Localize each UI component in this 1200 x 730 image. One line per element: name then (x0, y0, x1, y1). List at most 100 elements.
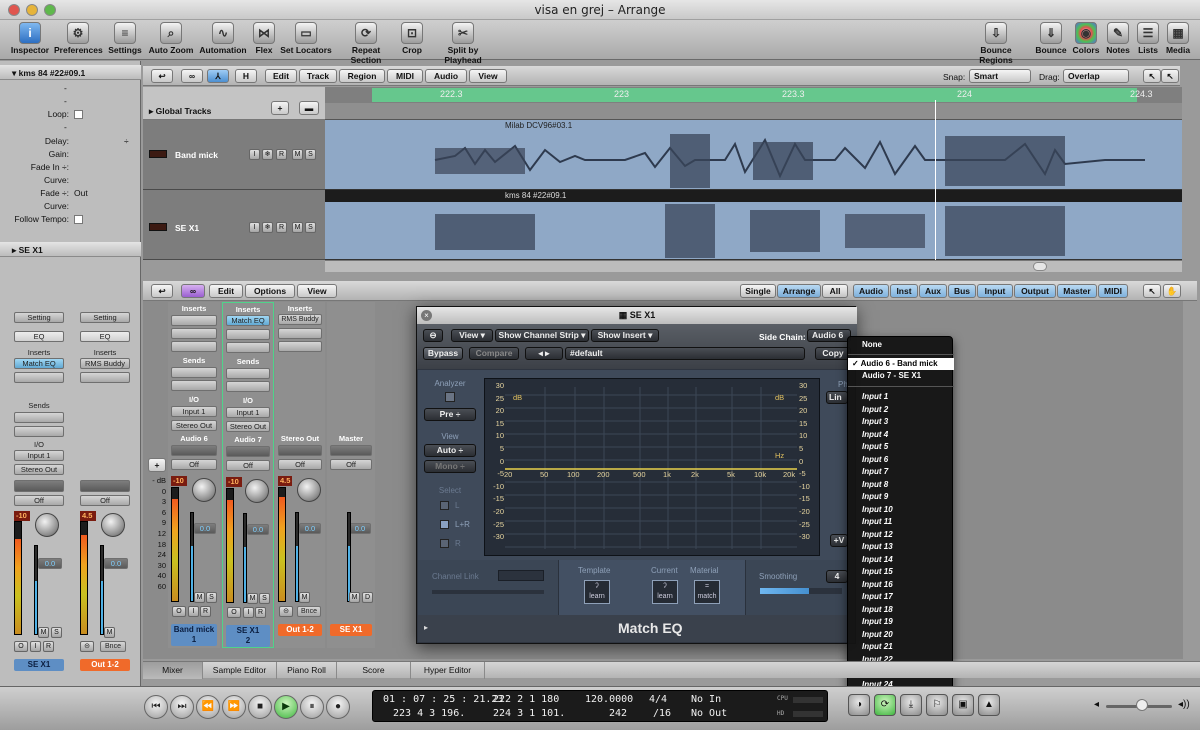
region-menu[interactable]: Region (339, 69, 385, 83)
insert-slot-empty[interactable] (14, 372, 64, 383)
menu-item-audio-6[interactable]: ✓ Audio 6 - Band mick (848, 358, 954, 370)
insert-slot-ch3-b[interactable] (278, 328, 322, 339)
eq-display[interactable]: EQ (14, 331, 64, 342)
solo-button[interactable]: S (51, 627, 62, 638)
group-slot-ch3[interactable] (278, 445, 322, 456)
snap-select[interactable]: Smart (969, 69, 1031, 83)
output-slot-ch2[interactable]: Stereo Out (226, 421, 270, 432)
peak-ch2[interactable]: -10 (226, 477, 242, 487)
insert-slot-ch1-c[interactable] (171, 341, 217, 352)
menu-item-input-9[interactable]: Input 9 (848, 491, 954, 503)
mixer-pointer-tool[interactable]: ↖ (1143, 284, 1161, 298)
curve-row-2[interactable]: Curve: (0, 201, 141, 214)
input-slot[interactable]: Input 1 (14, 450, 64, 461)
bounce-button-strip[interactable]: Bnce (100, 641, 126, 652)
menu-item-input-5[interactable]: Input 5 (848, 441, 954, 453)
pan-knob-ch2[interactable] (245, 479, 269, 503)
record-ch2[interactable]: R (255, 607, 266, 618)
auto-zoom-button[interactable]: ⌕ Auto Zoom (148, 22, 194, 55)
channel-name-se-x1[interactable]: SE X1 (14, 659, 64, 671)
flex-button[interactable]: ⋈ Flex (252, 22, 276, 55)
menu-item-input-12[interactable]: Input 12 (848, 529, 954, 541)
go-to-start-button[interactable]: ⏮ (144, 695, 168, 719)
menu-item-none[interactable]: None (848, 339, 954, 351)
repeat-section-button[interactable]: ⟳ Repeat Section (336, 22, 396, 65)
add-channel-button[interactable]: + (148, 458, 166, 472)
low-latency-button[interactable]: ◑ (848, 694, 870, 716)
fader-ch1[interactable] (190, 512, 194, 602)
menu-item-input-21[interactable]: Input 21 (848, 641, 954, 653)
automation-ch4[interactable]: Off (330, 459, 372, 470)
go-to-marker-button[interactable]: ⏭ (170, 695, 194, 719)
bounce-regions-button[interactable]: ⇩ Bounce Regions (966, 22, 1026, 65)
smoothing-value[interactable]: 4 (826, 570, 848, 583)
volume-fader-2[interactable] (100, 545, 104, 635)
automation-button[interactable]: ∿ Automation (198, 22, 248, 55)
automation-ch2[interactable]: Off (226, 460, 270, 471)
menu-item-input-8[interactable]: Input 8 (848, 479, 954, 491)
smoothing-slider[interactable] (760, 588, 842, 594)
track-header-band-mick[interactable]: Band mick I ❄ R M S (143, 120, 325, 190)
arrange-horizontal-scrollbar[interactable] (325, 260, 1182, 272)
input-ch1[interactable]: I (188, 606, 199, 617)
monitor-ch1[interactable]: O (172, 606, 186, 617)
menu-item-input-11[interactable]: Input 11 (848, 516, 954, 528)
channel-link-slider[interactable] (498, 570, 544, 581)
gain-row[interactable]: Gain: (0, 149, 141, 162)
mixer-hand-tool[interactable]: ✋ (1163, 284, 1181, 298)
hide-button[interactable]: H (235, 69, 257, 83)
dim-master[interactable]: D (362, 592, 373, 603)
pan-knob-ch3[interactable] (297, 478, 321, 502)
send-slot-ch2-b[interactable] (226, 381, 270, 392)
folder-icon[interactable]: ▬ (299, 101, 319, 115)
pan-knob[interactable] (35, 513, 59, 537)
solo-button[interactable]: S (305, 149, 316, 160)
menu-item-input-19[interactable]: Input 19 (848, 616, 954, 628)
record-monitor-button[interactable]: O (14, 641, 28, 652)
link-ch3[interactable]: ⊝ (279, 606, 293, 617)
solo-mode-button[interactable]: ⚐ (926, 694, 948, 716)
mixer-link-icon[interactable]: ∞ (181, 284, 205, 298)
peak-level-2[interactable]: 4.5 (80, 511, 96, 521)
catch-icon[interactable]: ⅄ (207, 69, 229, 83)
set-locators-button[interactable]: ▭ Set Locators (280, 22, 332, 55)
view-mode-select[interactable]: Auto ÷ (424, 444, 476, 457)
solo-button-2[interactable]: S (305, 222, 316, 233)
menu-item-input-4[interactable]: Input 4 (848, 429, 954, 441)
pan-knob-2[interactable] (101, 513, 125, 537)
insert-slot-match-eq-ch2[interactable]: Match EQ (226, 315, 270, 326)
mute-button-2[interactable]: M (104, 627, 115, 638)
phase-select[interactable]: Lin (826, 391, 848, 404)
filter-aux[interactable]: Aux (919, 284, 947, 298)
analyzer-toggle[interactable] (445, 392, 455, 402)
mixer-options-menu[interactable]: Options (245, 284, 295, 298)
show-channel-strip-menu[interactable]: Show Channel Strip ▾ (495, 329, 589, 342)
insert-slot-match-eq[interactable]: Match EQ (14, 358, 64, 369)
bypass-button[interactable]: Bypass (423, 347, 463, 360)
mono-select[interactable]: Mono ÷ (424, 460, 476, 473)
link-button[interactable]: ⊝ (80, 641, 94, 652)
input-monitor-button[interactable]: I (249, 149, 260, 160)
preset-arrows[interactable]: ◂ ▸ (525, 347, 563, 360)
delay-row[interactable]: Delay: ÷ (0, 136, 141, 149)
tab-hyper-editor[interactable]: Hyper Editor (411, 662, 485, 679)
channel-link-track[interactable] (432, 590, 544, 594)
current-learn-button[interactable]: ʔ learn (652, 580, 678, 604)
record-enable-button-2[interactable]: R (276, 222, 287, 233)
insert-slot-ch3-c[interactable] (278, 341, 322, 352)
secondary-tool[interactable]: ↖ (1161, 69, 1179, 83)
peak-level[interactable]: -10 (14, 511, 30, 521)
select-lr-checkbox[interactable] (440, 520, 449, 529)
follow-tempo-checkbox[interactable] (74, 215, 83, 225)
scroll-thumb[interactable] (1033, 262, 1047, 271)
group-slot-2[interactable] (80, 480, 130, 492)
volume-fader[interactable] (34, 545, 38, 635)
solo-ch1[interactable]: S (206, 592, 217, 603)
metronome-button[interactable]: ▲ (978, 694, 1000, 716)
menu-item-audio-7[interactable]: Audio 7 - SE X1 (848, 370, 954, 382)
select-r-checkbox[interactable] (440, 539, 449, 548)
match-button[interactable]: = match (694, 580, 720, 604)
menu-item-input-14[interactable]: Input 14 (848, 554, 954, 566)
filter-audio[interactable]: Audio (853, 284, 889, 298)
send-slot[interactable] (14, 412, 64, 423)
